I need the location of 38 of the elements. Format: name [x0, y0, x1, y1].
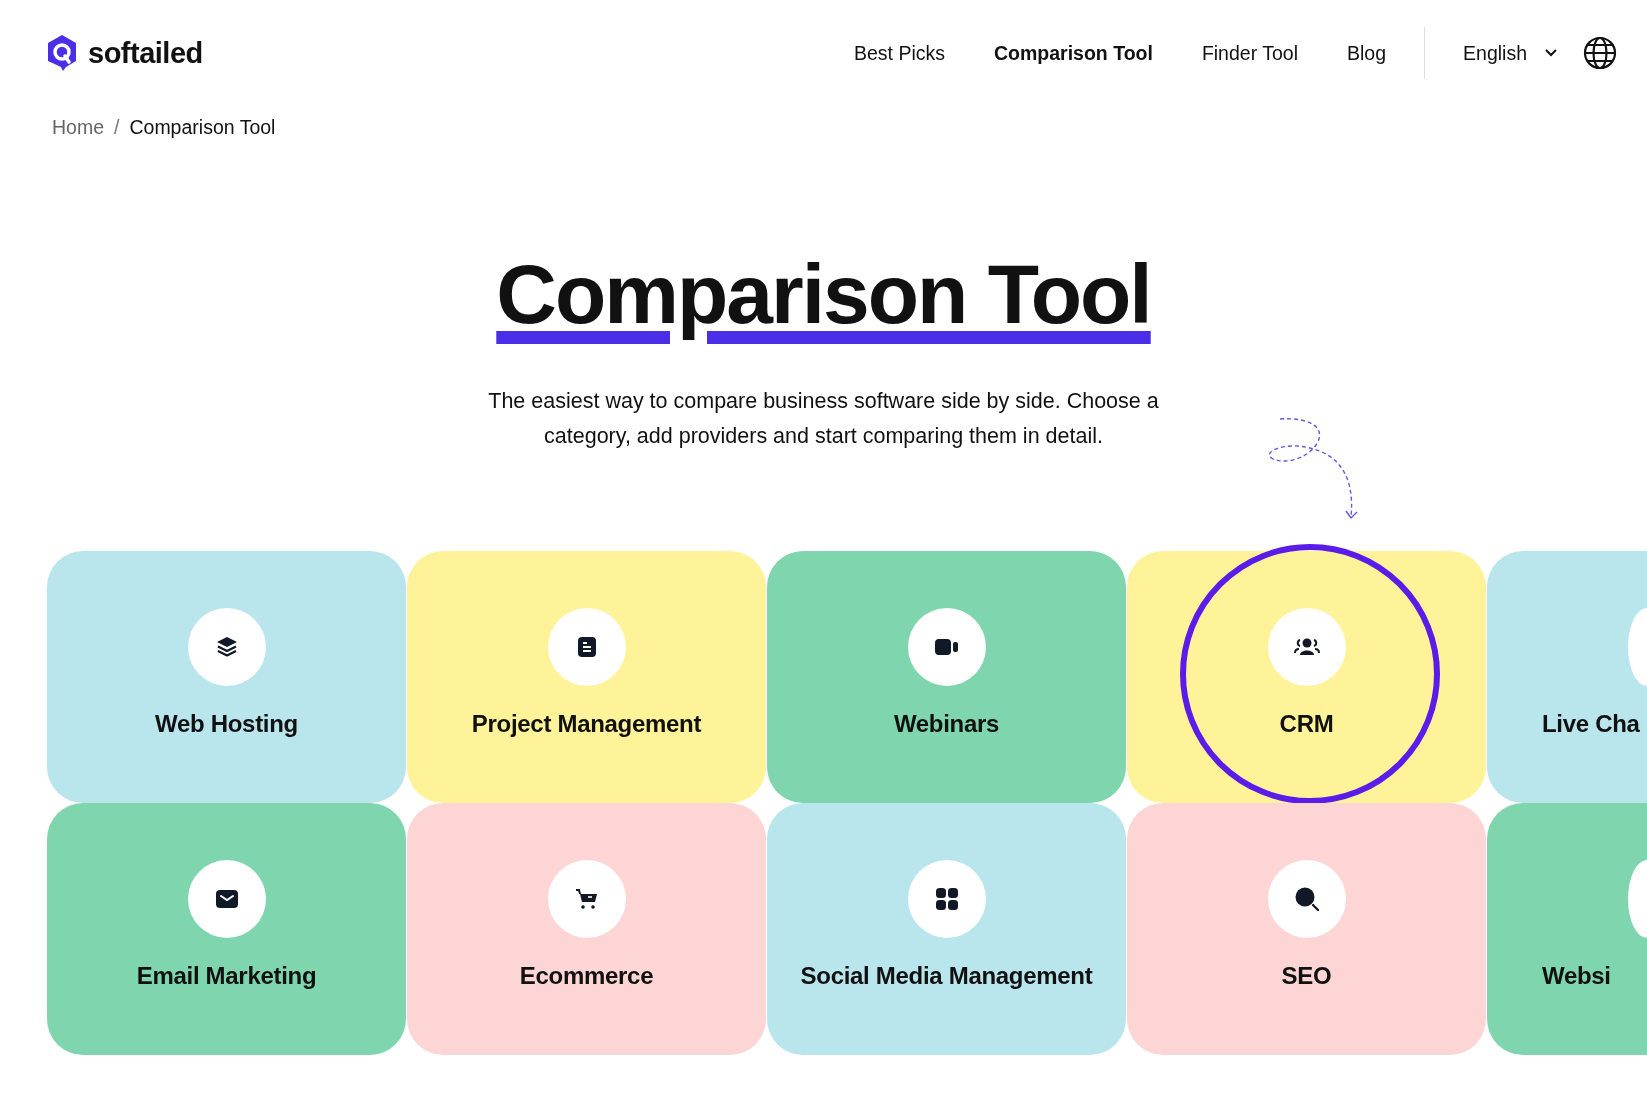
category-label: Websi [1542, 962, 1611, 990]
category-label: Web Hosting [155, 710, 298, 738]
category-label: Project Management [471, 710, 702, 738]
category-card[interactable]: Live Cha [1487, 551, 1647, 803]
breadcrumb-link[interactable]: Home [52, 116, 105, 139]
logo-text[interactable]: softailed [88, 36, 203, 70]
category-card[interactable]: SEO [1127, 803, 1486, 1055]
breadcrumb-separator: / [114, 116, 120, 139]
breadcrumb-link[interactable]: Comparison Tool [129, 116, 276, 139]
search-icon [1293, 886, 1320, 912]
envelope-icon [214, 889, 239, 909]
globe-icon[interactable] [1583, 36, 1617, 70]
grid-icon [934, 887, 959, 911]
category-card[interactable]: Websi [1487, 803, 1647, 1055]
category-card[interactable]: Webinars [767, 551, 1126, 803]
category-label: Social Media Management [800, 962, 1093, 990]
category-label: Live Cha [1542, 710, 1640, 738]
category-card[interactable]: Social Media Management [767, 803, 1126, 1055]
logo-icon [46, 34, 78, 72]
category-card[interactable]: Ecommerce [407, 803, 766, 1055]
category-card[interactable]: Email Marketing [47, 803, 406, 1055]
language-dropdown[interactable]: English [1463, 41, 1557, 65]
category-label: Ecommerce [519, 962, 654, 990]
chevron-icon [1545, 49, 1557, 57]
nav-link[interactable]: Comparison Tool [994, 41, 1153, 65]
video-camera-icon [933, 637, 960, 657]
nav-link[interactable]: Finder Tool [1201, 41, 1298, 65]
cart-icon [574, 888, 599, 910]
category-label: Webinars [893, 710, 1000, 738]
people-icon [1293, 637, 1320, 657]
category-label: CRM [1279, 710, 1334, 738]
category-card[interactable]: Web Hosting [47, 551, 406, 803]
page-description: The easiest way to compare business software side by side. Choose a category, add providers and start comparing them in detail. [487, 388, 1160, 450]
category-label: Email Marketing [136, 962, 317, 990]
category-label: SEO [1281, 962, 1332, 990]
nav-link[interactable]: Best Picks [853, 41, 945, 65]
category-card[interactable]: Project Management [407, 551, 766, 803]
nav-link[interactable]: Blog [1347, 41, 1387, 65]
